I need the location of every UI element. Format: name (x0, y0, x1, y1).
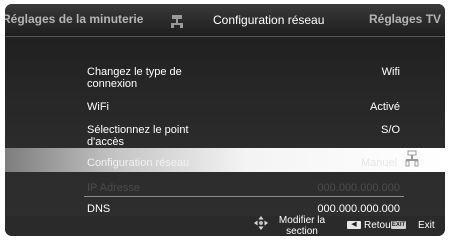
exit-button-label[interactable]: Exit (418, 220, 435, 231)
tv-settings-screen: Réglages de la minuterie Configuration r… (0, 0, 450, 241)
access-point-value: S/O (381, 124, 400, 136)
tab-network-config[interactable]: Configuration réseau (213, 13, 324, 27)
modify-section-hint: Modifier la section (278, 215, 326, 237)
back-button-label[interactable]: Retour (364, 220, 394, 231)
network-config-label: Configuration réseau (87, 157, 190, 169)
row-divider (84, 196, 404, 197)
header-bar: Réglages de la minuterie Configuration r… (5, 4, 445, 37)
dns-value: 000.000.000.000 (317, 203, 400, 215)
ip-address-label: IP Adresse (87, 182, 140, 194)
tab-tv-settings[interactable]: Réglages TV (369, 12, 441, 26)
ip-address-value: 000.000.000.000 (317, 182, 400, 194)
connection-type-label: Changez le type de connexion (87, 66, 182, 90)
exit-key-icon[interactable]: EXIT (391, 221, 406, 229)
tab-timer-settings[interactable]: Réglages de la minuterie (5, 12, 143, 26)
connection-type-value: Wifi (381, 66, 400, 78)
wifi-value: Activé (370, 101, 400, 113)
settings-panel: Réglages de la minuterie Configuration r… (5, 4, 445, 236)
back-arrow-icon[interactable]: ◀ (347, 221, 361, 229)
network-icon (171, 14, 183, 28)
network-icon (405, 150, 419, 168)
wifi-label: WiFi (87, 101, 109, 113)
access-point-label: Sélectionnez le point d'accès (87, 124, 189, 148)
dns-label: DNS (87, 203, 111, 215)
network-config-value: Manuel (361, 157, 398, 169)
